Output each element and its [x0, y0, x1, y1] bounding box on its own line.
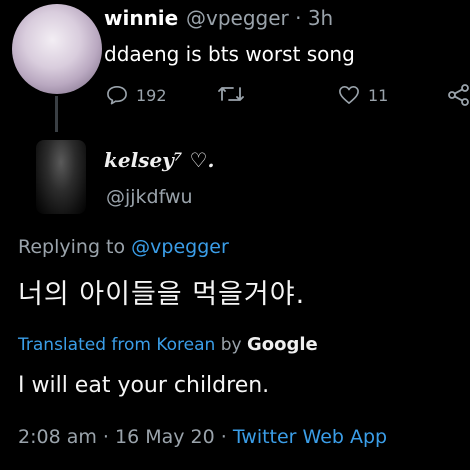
like-count: 11 — [368, 85, 389, 105]
source-app-link[interactable]: Twitter Web App — [233, 426, 387, 448]
replying-mention-link[interactable]: @vpegger — [131, 236, 229, 258]
reply-display-name[interactable]: kelsey⁷ ♡. — [104, 148, 214, 172]
original-display-name[interactable]: winnie — [104, 6, 178, 30]
reply-button[interactable]: 192 — [106, 85, 167, 105]
retweet-icon — [218, 87, 244, 101]
timestamp[interactable]: 2:08 am · 16 May 20 · — [18, 426, 233, 448]
kelsey-avatar[interactable] — [36, 140, 86, 214]
share-icon — [448, 84, 469, 106]
heart-icon — [339, 86, 359, 104]
retweet-button[interactable] — [218, 83, 252, 105]
original-handle-time: @vpegger · 3h — [186, 6, 334, 30]
share-button[interactable] — [448, 84, 470, 106]
original-tweet-text: ddaeng is bts worst song — [104, 42, 355, 66]
reply-handle[interactable]: @jjkdfwu — [106, 186, 193, 208]
winnie-avatar[interactable] — [12, 4, 102, 94]
tweet-metadata: 2:08 am · 16 May 20 · Twitter Web App — [18, 426, 387, 448]
translated-by-text: by — [215, 335, 247, 355]
reply-count: 192 — [136, 85, 167, 105]
translated-from-link[interactable]: Translated from Korean — [18, 335, 215, 355]
replying-to-line: Replying to @vpegger — [18, 236, 229, 258]
like-button[interactable]: 11 — [338, 85, 388, 105]
translation-attribution: Translated from Korean by Google — [18, 334, 318, 355]
reply-icon — [107, 86, 127, 105]
replying-prefix: Replying to — [18, 236, 132, 258]
google-logo-text: Google — [247, 334, 318, 355]
thread-connector-line — [55, 96, 58, 132]
reply-tweet-text: 너의 아이들을 먹을거야. — [18, 279, 306, 310]
translated-text: I will eat your children. — [18, 373, 270, 398]
